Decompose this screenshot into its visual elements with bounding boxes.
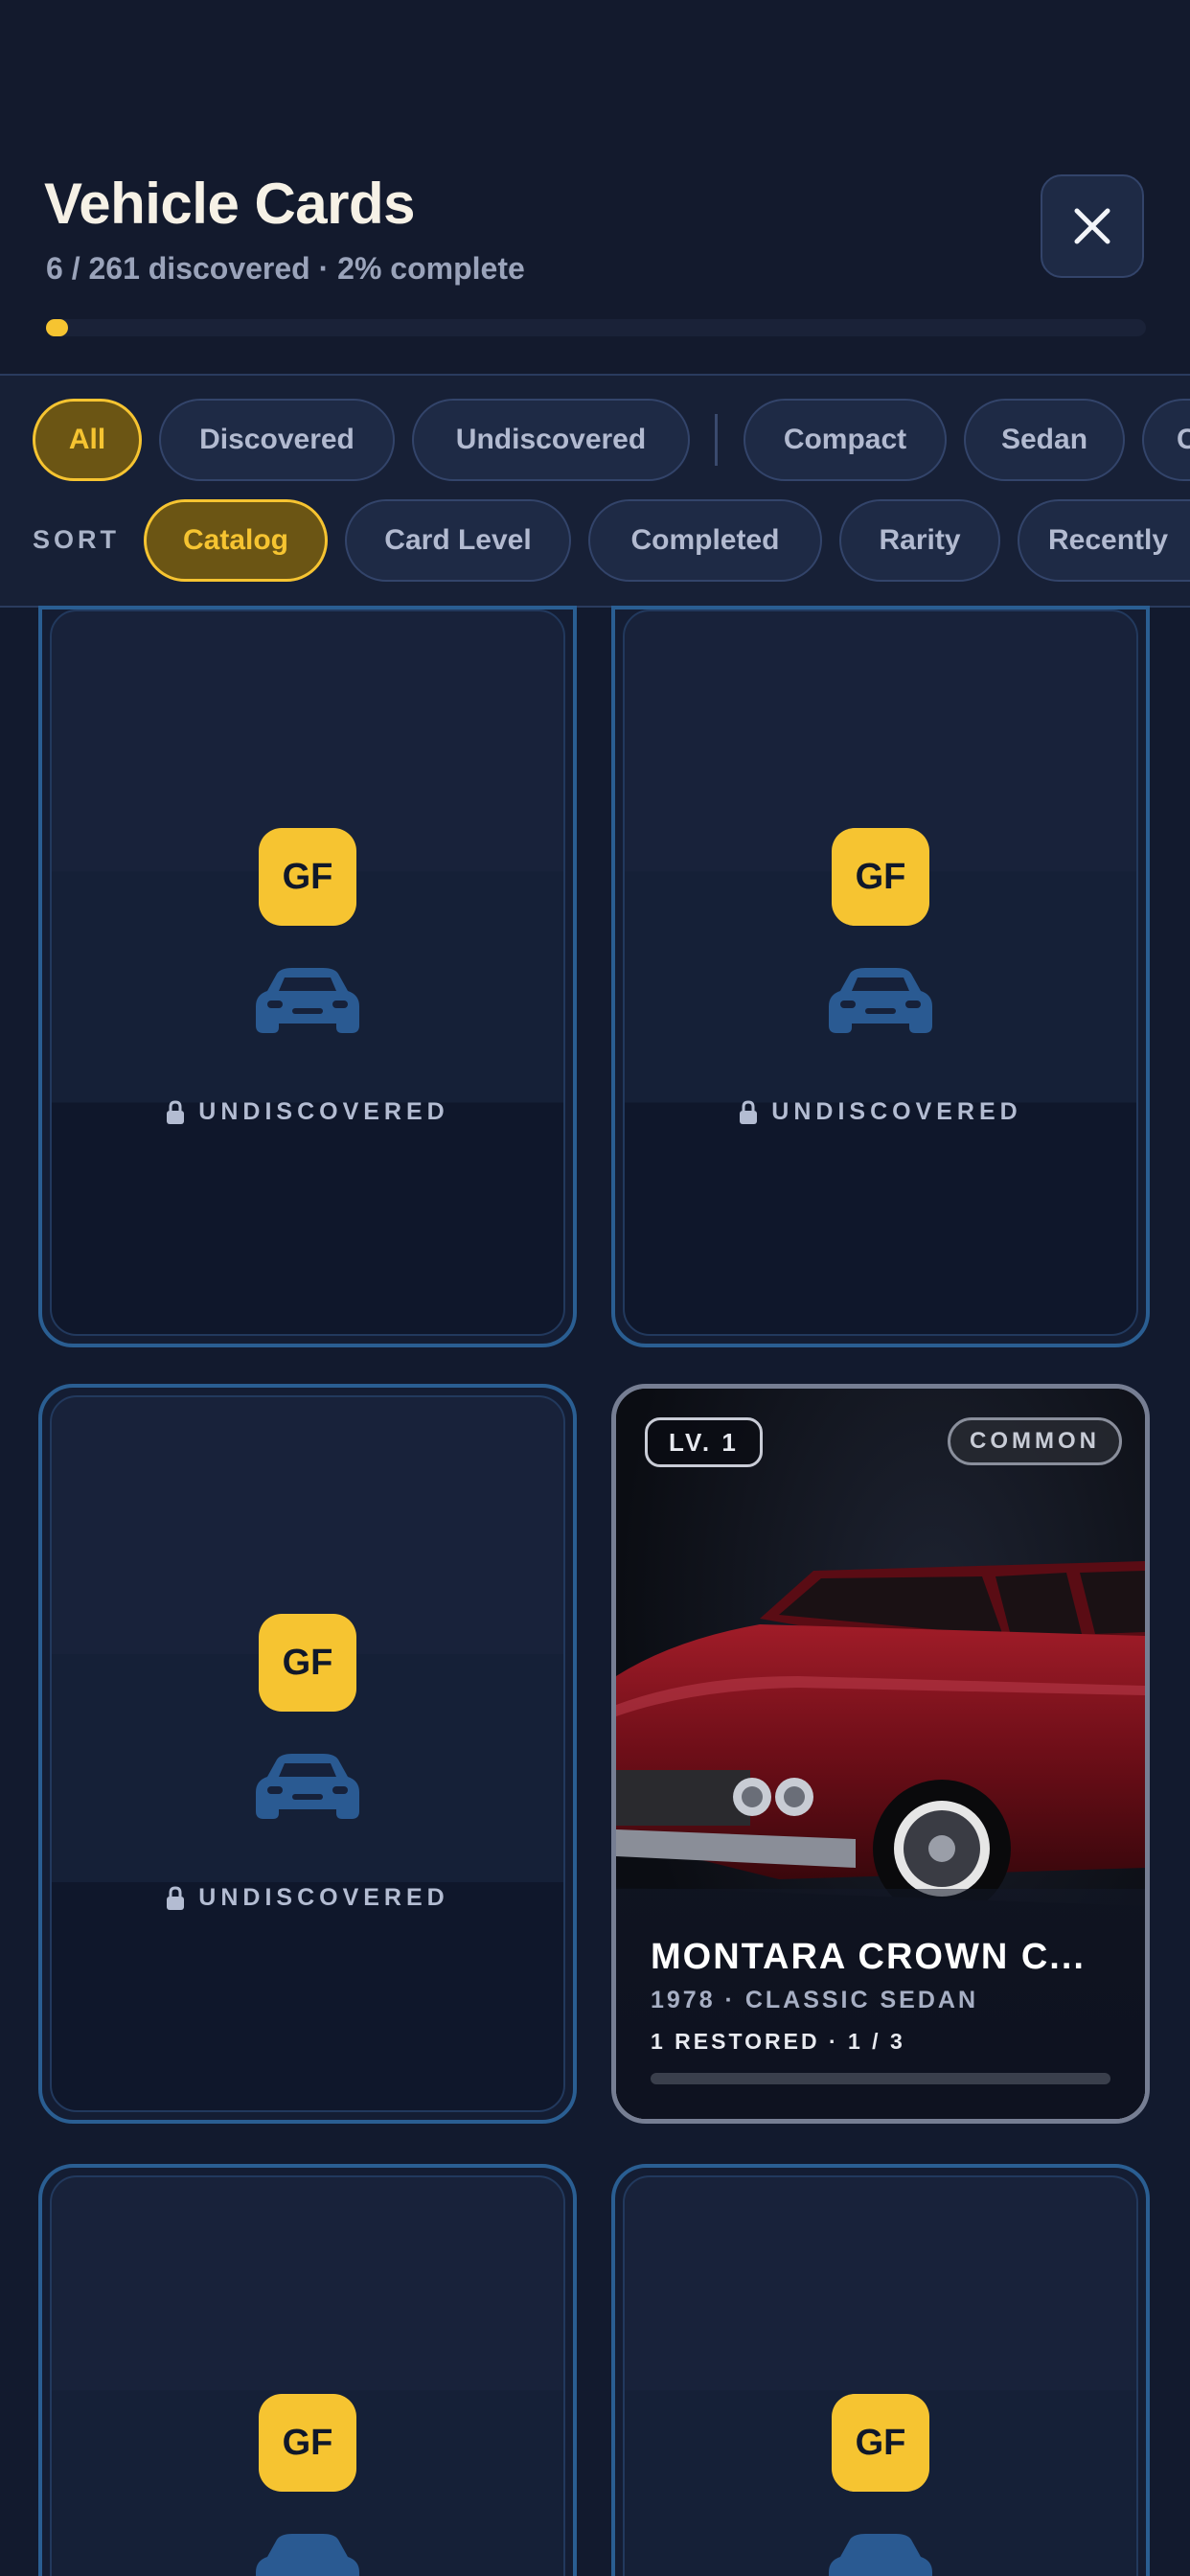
sort-chip-rarity[interactable]: Rarity [839,499,1000,582]
undiscovered-label: UNDISCOVERED [625,1098,1136,1126]
car-silhouette-icon [829,968,932,1033]
car-silhouette-icon [829,2534,932,2576]
filter-chip-undiscovered[interactable]: Undiscovered [412,399,690,481]
gf-logo: GF [259,828,356,926]
vehicle-name: MONTARA CROWN C... [651,1937,1086,1977]
rarity-badge: COMMON [948,1417,1122,1465]
gf-logo-text: GF [855,2422,906,2463]
vehicle-card-undiscovered[interactable]: GF [38,2164,577,2576]
filter-chip-all[interactable]: All [33,399,142,481]
sort-chip-label: Rarity [879,524,961,556]
filter-divider [715,414,718,466]
sort-chip-label: Completed [630,524,780,556]
sort-label: SORT [33,525,121,554]
gf-logo: GF [259,2394,356,2492]
vehicle-cards-screen: Vehicle Cards 6 / 261 discovered · 2% co… [0,0,1190,2576]
filter-chip-label: Discovered [199,424,355,455]
filter-chip-label: Sedan [1000,424,1088,455]
restored-count: 1 RESTORED · 1 / 3 [651,2029,905,2054]
close-button[interactable] [1041,174,1144,278]
undiscovered-label: UNDISCOVERED [52,1098,563,1126]
sort-chip-label: Card Level [384,524,532,556]
discovery-summary: 6 / 261 discovered · 2% complete [46,251,525,286]
vehicle-year-class: 1978 · CLASSIC SEDAN [651,1987,979,2013]
gf-logo: GF [832,2394,929,2492]
vehicle-card-undiscovered[interactable]: GF UNDISCOVERED [38,1384,577,2124]
collection-progress-fill [46,319,68,336]
lock-icon [740,1099,758,1124]
vehicle-card-discovered[interactable]: LV. 1 COMMON MONTARA CROWN C... 1978 · C… [611,1384,1150,2124]
gf-logo: GF [832,828,929,926]
sort-chip-card-level[interactable]: Card Level [345,499,571,582]
filter-chip-label: All [68,424,106,455]
filter-chip-label: Undiscovered [455,424,647,455]
lock-icon [167,1099,185,1124]
gf-logo-text: GF [855,856,906,897]
close-icon [1074,208,1110,244]
gf-logo-text: GF [282,856,333,897]
header: Vehicle Cards 6 / 261 discovered · 2% co… [0,0,1190,374]
card-progress-bar [651,2073,1110,2084]
undiscovered-text: UNDISCOVERED [771,1098,1022,1125]
car-silhouette-icon [256,968,359,1033]
filter-chip-discovered[interactable]: Discovered [159,399,395,481]
collection-progress-bar [46,319,1146,336]
lock-icon [167,1885,185,1910]
filter-chip-compact[interactable]: Compact [744,399,947,481]
sort-chip-completed[interactable]: Completed [588,499,822,582]
sort-chip-label: Catalog [182,524,288,556]
undiscovered-label: UNDISCOVERED [52,1884,563,1912]
undiscovered-text: UNDISCOVERED [198,1098,449,1125]
car-silhouette-icon [256,2534,359,2576]
gf-logo-text: GF [282,1642,333,1683]
filter-chip-label: C [1177,424,1190,456]
filter-chip-sedan[interactable]: Sedan [964,399,1125,481]
vehicle-card-undiscovered[interactable]: GF [611,2164,1150,2576]
vehicle-card-undiscovered[interactable]: GF UNDISCOVERED [38,606,577,1347]
sort-chip-label: Recently [1048,524,1169,556]
undiscovered-text: UNDISCOVERED [198,1884,449,1911]
car-silhouette-icon [256,1754,359,1819]
page-title: Vehicle Cards [44,172,416,236]
card-level-badge: LV. 1 [645,1417,763,1467]
sort-chip-catalog[interactable]: Catalog [144,499,328,582]
sort-chip-recently[interactable]: Recently [1018,499,1190,582]
filter-chip-label: Compact [783,424,907,455]
vehicle-card-undiscovered[interactable]: GF UNDISCOVERED [611,606,1150,1347]
gf-logo: GF [259,1614,356,1712]
gf-logo-text: GF [282,2422,333,2463]
